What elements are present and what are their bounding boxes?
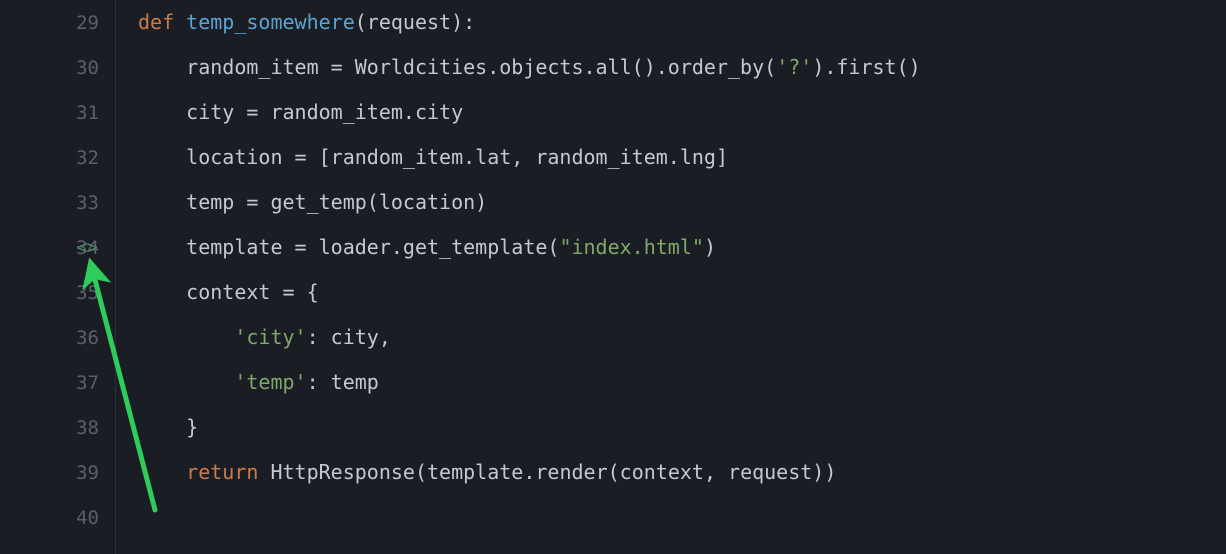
code-line[interactable]: return HttpResponse(template.render(cont… bbox=[138, 450, 1226, 495]
code-token bbox=[138, 460, 186, 484]
code-line[interactable]: template = loader.get_template("index.ht… bbox=[138, 225, 1226, 270]
code-token: } bbox=[138, 415, 198, 439]
code-token: (request): bbox=[355, 10, 475, 34]
code-token bbox=[138, 325, 234, 349]
line-number: 40 bbox=[55, 496, 105, 541]
code-token bbox=[138, 370, 234, 394]
code-line[interactable] bbox=[138, 495, 1226, 540]
code-token: location = [random_item.lat, random_item… bbox=[138, 145, 728, 169]
gutter-line[interactable]: 30 bbox=[0, 45, 105, 90]
line-number: 35 bbox=[55, 271, 105, 316]
code-token: "index.html" bbox=[559, 235, 704, 259]
line-number: 33 bbox=[55, 181, 105, 226]
line-number: 36 bbox=[55, 316, 105, 361]
gutter-line[interactable]: 36 bbox=[0, 315, 105, 360]
line-number: 31 bbox=[55, 91, 105, 136]
code-token: HttpResponse(template.render(context, re… bbox=[258, 460, 836, 484]
code-token: temp_somewhere bbox=[186, 10, 355, 34]
code-line[interactable]: } bbox=[138, 405, 1226, 450]
code-token: 'temp' bbox=[234, 370, 306, 394]
code-line[interactable]: context = { bbox=[138, 270, 1226, 315]
code-token: ).first() bbox=[812, 55, 920, 79]
gutter-marker-icon[interactable]: <> bbox=[76, 225, 97, 270]
code-token: : city, bbox=[307, 325, 391, 349]
line-number: 38 bbox=[55, 406, 105, 451]
line-number: 30 bbox=[55, 46, 105, 91]
gutter-line[interactable]: 35 bbox=[0, 270, 105, 315]
gutter-line[interactable]: 38 bbox=[0, 405, 105, 450]
gutter-line[interactable]: 31 bbox=[0, 90, 105, 135]
code-token: ) bbox=[704, 235, 716, 259]
code-line[interactable]: random_item = Worldcities.objects.all().… bbox=[138, 45, 1226, 90]
gutter-line[interactable]: 34<> bbox=[0, 225, 105, 270]
gutter-line[interactable]: 39 bbox=[0, 450, 105, 495]
code-token: 'city' bbox=[234, 325, 306, 349]
code-token: '?' bbox=[776, 55, 812, 79]
gutter-line[interactable]: 37 bbox=[0, 360, 105, 405]
line-gutter: 293031323334<>353637383940 bbox=[0, 0, 115, 554]
line-number: 32 bbox=[55, 136, 105, 181]
gutter-line[interactable]: 29 bbox=[0, 0, 105, 45]
line-number: 39 bbox=[55, 451, 105, 496]
code-token: template = loader.get_template( bbox=[138, 235, 559, 259]
code-line[interactable]: 'city': city, bbox=[138, 315, 1226, 360]
code-line[interactable]: city = random_item.city bbox=[138, 90, 1226, 135]
gutter-line[interactable]: 40 bbox=[0, 495, 105, 540]
code-line[interactable]: def temp_somewhere(request): bbox=[138, 0, 1226, 45]
code-token: context = { bbox=[138, 280, 319, 304]
code-token: : temp bbox=[307, 370, 379, 394]
gutter-line[interactable]: 33 bbox=[0, 180, 105, 225]
code-token: temp = get_temp(location) bbox=[138, 190, 487, 214]
line-number: 29 bbox=[55, 1, 105, 46]
code-token: city = random_item.city bbox=[138, 100, 463, 124]
code-token: random_item = Worldcities.objects.all().… bbox=[138, 55, 776, 79]
code-token: return bbox=[186, 460, 258, 484]
code-line[interactable]: 'temp': temp bbox=[138, 360, 1226, 405]
code-line[interactable]: location = [random_item.lat, random_item… bbox=[138, 135, 1226, 180]
line-number: 37 bbox=[55, 361, 105, 406]
code-line[interactable]: temp = get_temp(location) bbox=[138, 180, 1226, 225]
code-area[interactable]: def temp_somewhere(request): random_item… bbox=[115, 0, 1226, 554]
gutter-line[interactable]: 32 bbox=[0, 135, 105, 180]
code-token bbox=[174, 10, 186, 34]
code-editor[interactable]: 293031323334<>353637383940 def temp_some… bbox=[0, 0, 1226, 554]
code-token: def bbox=[138, 10, 174, 34]
